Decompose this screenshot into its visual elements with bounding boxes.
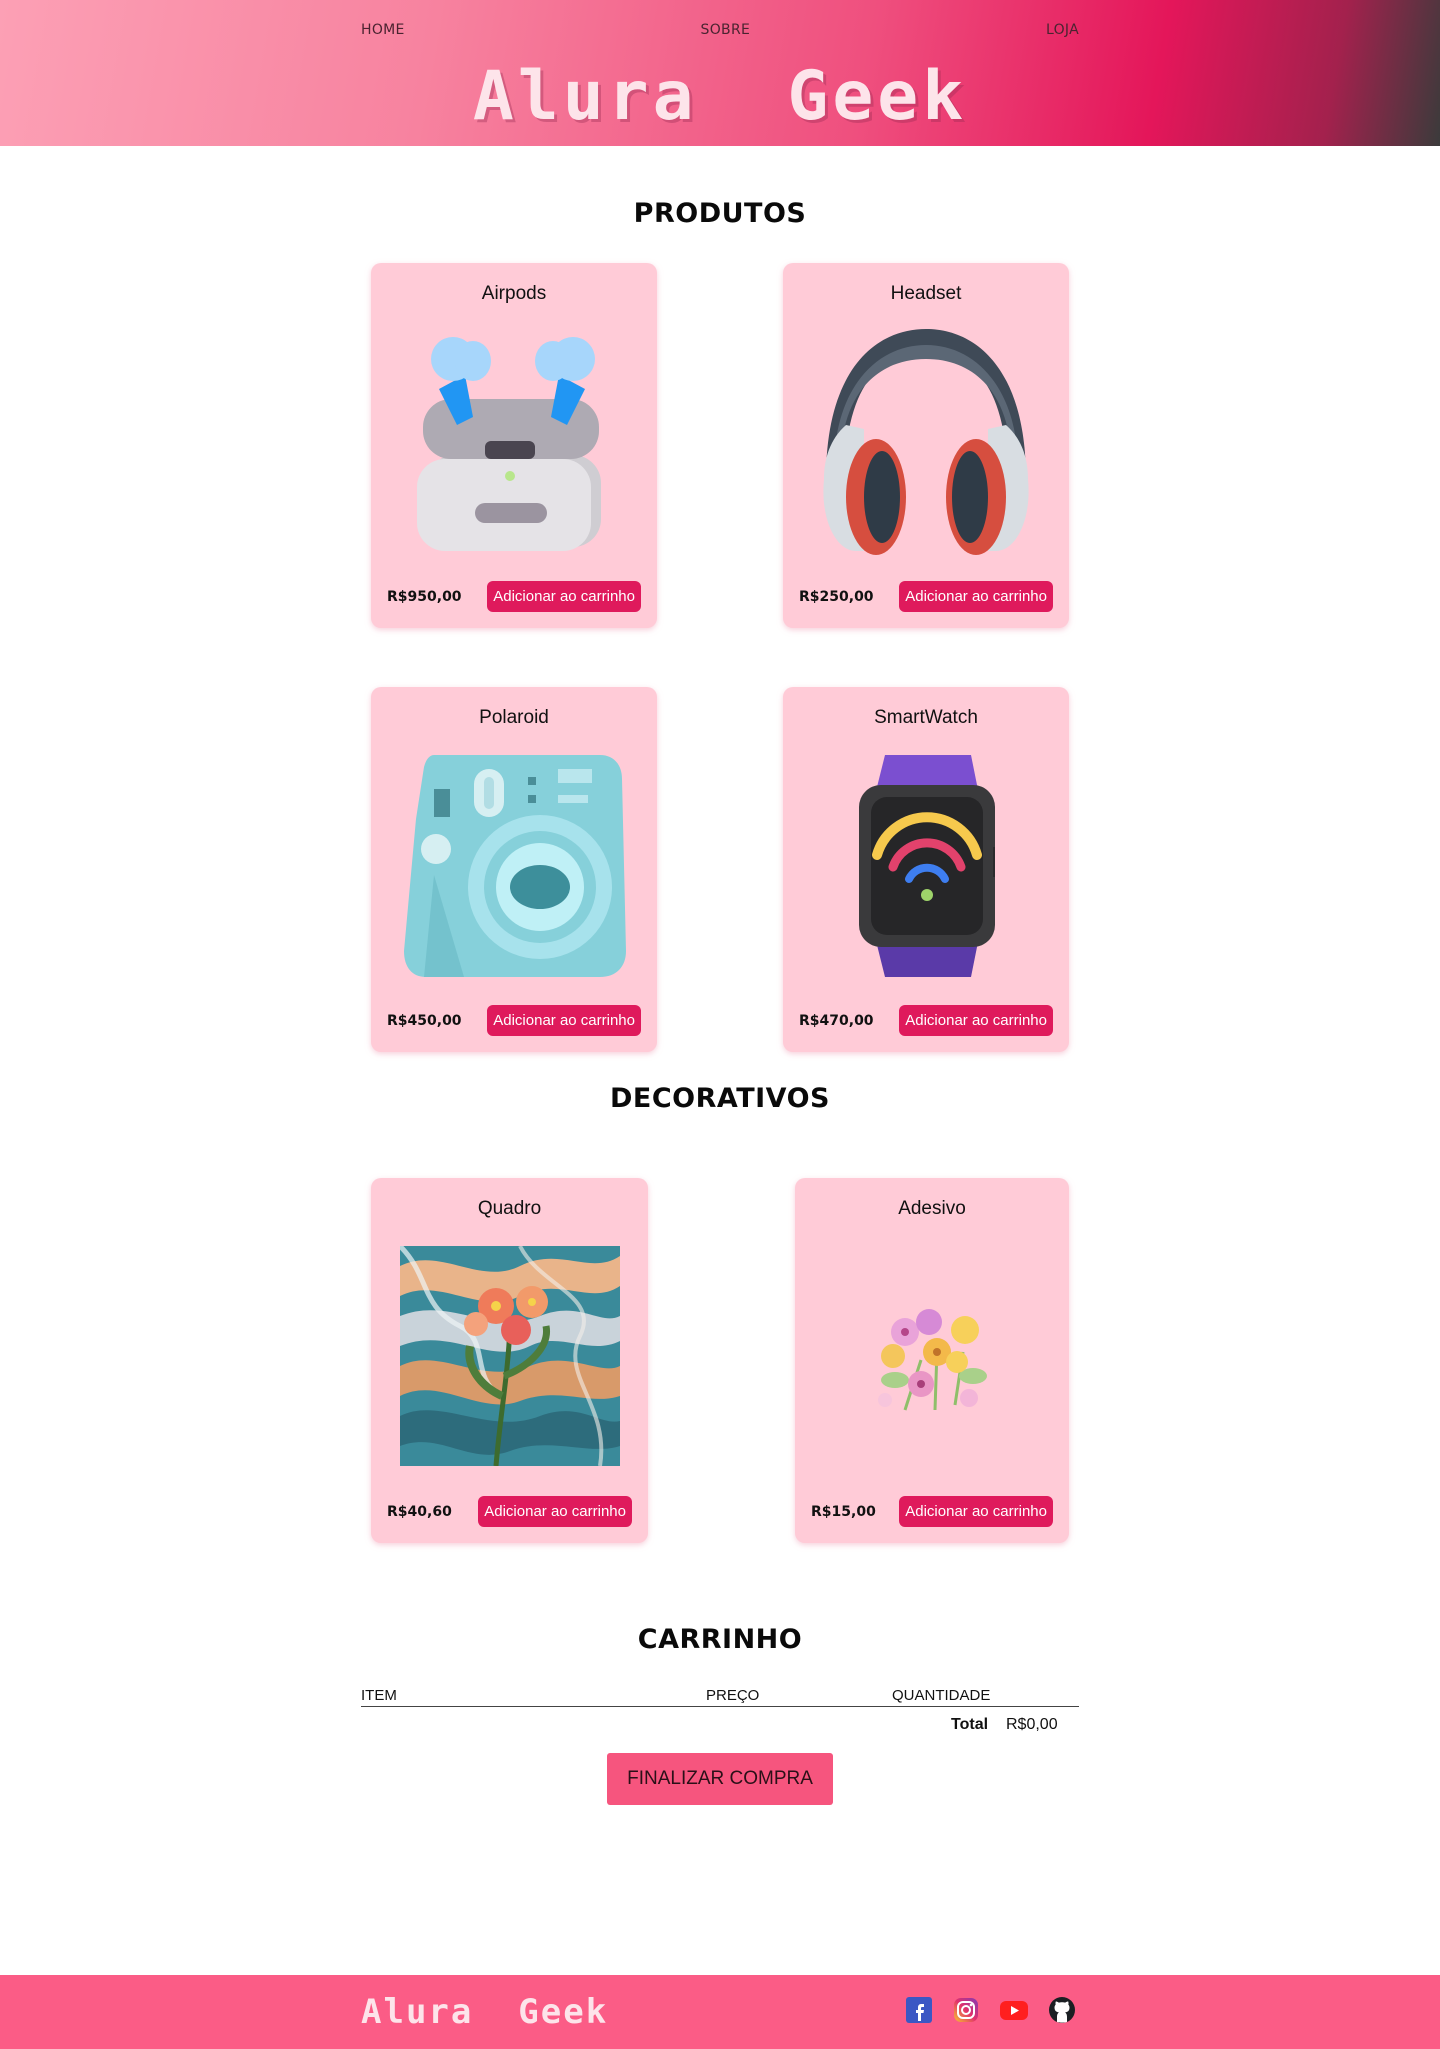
product-price: R$250,00 <box>799 588 874 605</box>
cart-col-item: ITEM <box>361 1687 397 1704</box>
github-icon[interactable] <box>1048 1996 1076 2024</box>
add-to-cart-button[interactable]: Adicionar ao carrinho <box>899 1005 1053 1036</box>
product-card-polaroid: Polaroid R$450,00 Adicionar ao carrinho <box>371 687 657 1052</box>
airpods-icon <box>417 337 601 551</box>
product-price: R$450,00 <box>387 1012 462 1029</box>
product-card-airpods: Airpods R$950,00 Adicionar ao carrinho <box>371 263 657 628</box>
product-name: Polaroid <box>479 707 549 728</box>
add-to-cart-button[interactable]: Adicionar ao carrinho <box>478 1496 632 1527</box>
finalizar-compra-button[interactable]: FINALIZAR COMPRA <box>607 1753 833 1805</box>
nav-sobre-link[interactable]: SOBRE <box>701 22 751 38</box>
youtube-icon[interactable] <box>999 1996 1029 2024</box>
site-logo[interactable]: Alura Geek <box>0 62 1440 132</box>
flower-sticker-image <box>878 1309 987 1411</box>
facebook-icon[interactable] <box>905 1996 933 2024</box>
main-nav: HOME SOBRE LOJA <box>361 22 1079 38</box>
flower-painting-image <box>400 1246 620 1466</box>
product-footer: R$450,00 Adicionar ao carrinho <box>387 1005 641 1036</box>
product-price: R$15,00 <box>811 1503 876 1520</box>
product-footer: R$950,00 Adicionar ao carrinho <box>387 581 641 612</box>
nav-loja-link[interactable]: LOJA <box>1046 22 1079 38</box>
produtos-grid: Airpods R$950,00 Adicionar ao carrinho H… <box>0 229 1440 1083</box>
add-to-cart-button[interactable]: Adicionar ao carrinho <box>899 1496 1053 1527</box>
product-price: R$470,00 <box>799 1012 874 1029</box>
instagram-icon[interactable] <box>952 1996 980 2024</box>
product-name: Airpods <box>481 283 547 304</box>
product-footer: R$40,60 Adicionar ao carrinho <box>387 1496 632 1527</box>
site-header: HOME SOBRE LOJA Alura Geek <box>0 0 1440 146</box>
product-name: Quadro <box>477 1198 542 1219</box>
product-card-headset: Headset R$250,00 Adicionar ao carrinho <box>783 263 1069 628</box>
decor-card-quadro: Quadro R$40,60 Adicionar ao carrinho <box>371 1178 648 1543</box>
headset-icon <box>823 329 1029 555</box>
decorativos-grid: Quadro R$40,60 Adicionar ao carrinho Ade… <box>0 1114 1440 1590</box>
footer-logo[interactable]: Alura Geek <box>361 1992 608 2032</box>
cart-section: ITEM PREÇO QUANTIDADE Total R$0,00 FINAL… <box>0 1687 1440 1887</box>
product-price: R$40,60 <box>387 1503 452 1520</box>
add-to-cart-button[interactable]: Adicionar ao carrinho <box>487 1005 641 1036</box>
add-to-cart-button[interactable]: Adicionar ao carrinho <box>899 581 1053 612</box>
cart-total-label: Total <box>951 1716 989 1733</box>
nav-home-link[interactable]: HOME <box>361 22 405 38</box>
product-name: Adesivo <box>898 1198 966 1219</box>
add-to-cart-button[interactable]: Adicionar ao carrinho <box>487 581 641 612</box>
cart-col-preco: PREÇO <box>706 1687 760 1704</box>
product-price: R$950,00 <box>387 588 462 605</box>
carrinho-title: CARRINHO <box>637 1624 803 1655</box>
product-name: Headset <box>890 283 962 304</box>
product-footer: R$470,00 Adicionar ao carrinho <box>799 1005 1053 1036</box>
cart-col-quantidade: QUANTIDADE <box>892 1687 991 1704</box>
cart-total-value: R$0,00 <box>1006 1716 1058 1733</box>
decor-card-adesivo: Adesivo R$15,00 Adicionar ao carrinho <box>795 1178 1069 1543</box>
product-footer: R$250,00 Adicionar ao carrinho <box>799 581 1053 612</box>
decorativos-title: DECORATIVOS <box>610 1083 830 1114</box>
site-footer: Alura Geek <box>0 1975 1440 2049</box>
polaroid-camera-icon <box>404 755 626 977</box>
product-footer: R$15,00 Adicionar ao carrinho <box>811 1496 1053 1527</box>
cart-table-header: ITEM PREÇO QUANTIDADE <box>361 1687 1079 1707</box>
product-name: SmartWatch <box>874 707 978 728</box>
smartwatch-icon <box>859 755 995 977</box>
produtos-title: PRODUTOS <box>633 198 807 229</box>
product-card-smartwatch: SmartWatch R$470,00 Adicionar ao carrinh… <box>783 687 1069 1052</box>
